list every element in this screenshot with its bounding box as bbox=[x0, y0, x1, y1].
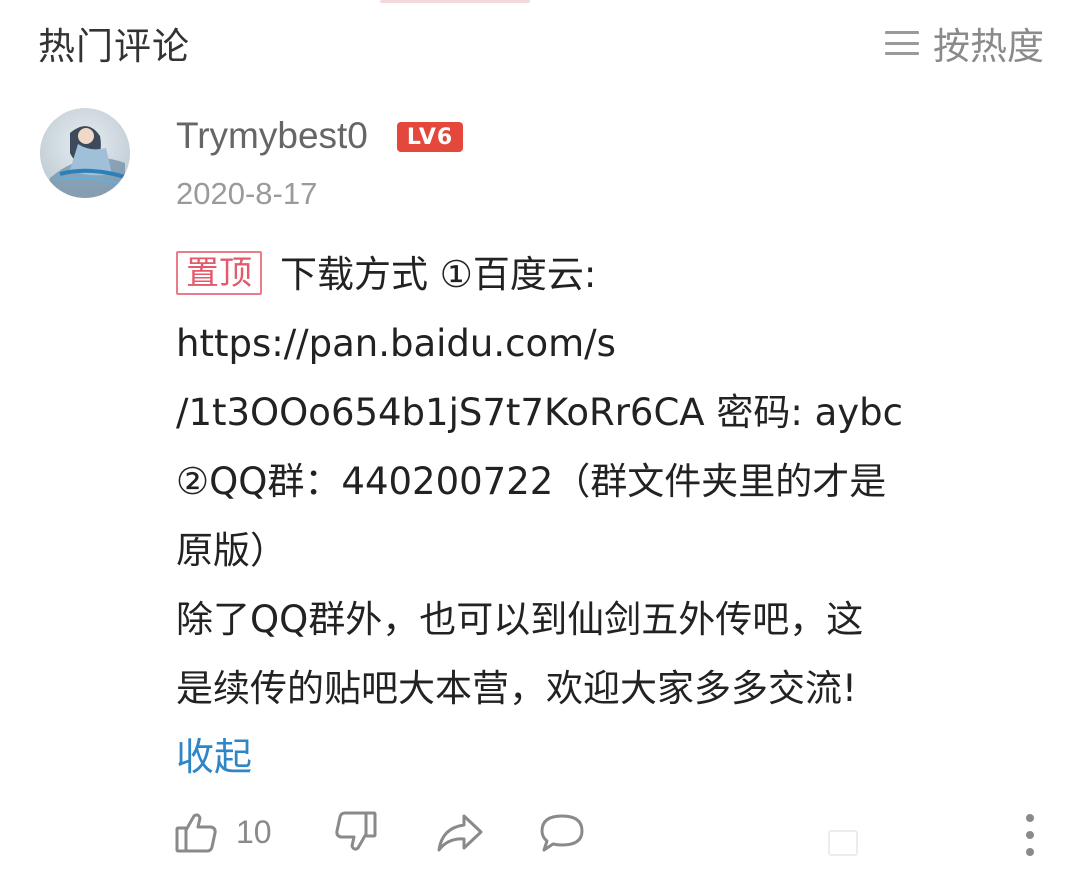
thumbs-up-icon bbox=[175, 813, 217, 853]
comment-actions: 10 bbox=[172, 808, 1040, 864]
comment-page: 热门评论 按热度 Trymybest0 LV6 2020-8-17 置顶 下载方… bbox=[0, 0, 1080, 879]
hot-comments-header: 热门评论 按热度 bbox=[38, 18, 1044, 68]
sort-by-popularity-button[interactable]: 按热度 bbox=[885, 16, 1044, 70]
menu-lines-icon bbox=[885, 28, 919, 58]
more-icon[interactable] bbox=[1024, 814, 1036, 856]
content-line: 是续传的贴吧大本营，欢迎大家多多交流! bbox=[176, 667, 857, 710]
share-icon bbox=[437, 814, 483, 852]
content-line: ②QQ群：440200722（群文件夹里的才是 bbox=[176, 460, 887, 503]
reply-button[interactable] bbox=[536, 808, 588, 856]
comment-icon bbox=[540, 814, 584, 852]
content-line: 除了QQ群外，也可以到仙剑五外传吧，这 bbox=[176, 598, 864, 641]
content-line: 置顶 下载方式 ①百度云: bbox=[176, 240, 1036, 309]
section-title: 热门评论 bbox=[38, 25, 190, 68]
thumbs-down-icon bbox=[335, 811, 377, 851]
share-button[interactable] bbox=[434, 808, 486, 856]
sort-label: 按热度 bbox=[933, 25, 1044, 68]
username[interactable]: Trymybest0 bbox=[176, 115, 368, 157]
content-line: 原版） bbox=[176, 529, 287, 572]
collapse-link[interactable]: 收起 bbox=[176, 723, 1036, 792]
level-badge: LV6 bbox=[397, 122, 463, 152]
comment-content: 置顶 下载方式 ①百度云: https://pan.baidu.com/s /1t… bbox=[176, 240, 1036, 792]
like-button[interactable]: 10 bbox=[172, 808, 272, 856]
avatar[interactable] bbox=[40, 108, 130, 198]
dislike-button[interactable] bbox=[332, 808, 380, 856]
watermark-icon bbox=[828, 830, 858, 856]
content-link[interactable]: https://pan.baidu.com/s bbox=[176, 309, 1036, 378]
pinned-tag: 置顶 bbox=[176, 250, 262, 295]
post-date: 2020-8-17 bbox=[176, 176, 318, 211]
top-accent-bar bbox=[380, 0, 530, 3]
like-count: 10 bbox=[236, 813, 272, 850]
content-text: 下载方式 ①百度云: bbox=[280, 253, 597, 296]
content-line: /1t3OOo654b1jS7t7KoRr6CA 密码: aybc bbox=[176, 391, 903, 434]
